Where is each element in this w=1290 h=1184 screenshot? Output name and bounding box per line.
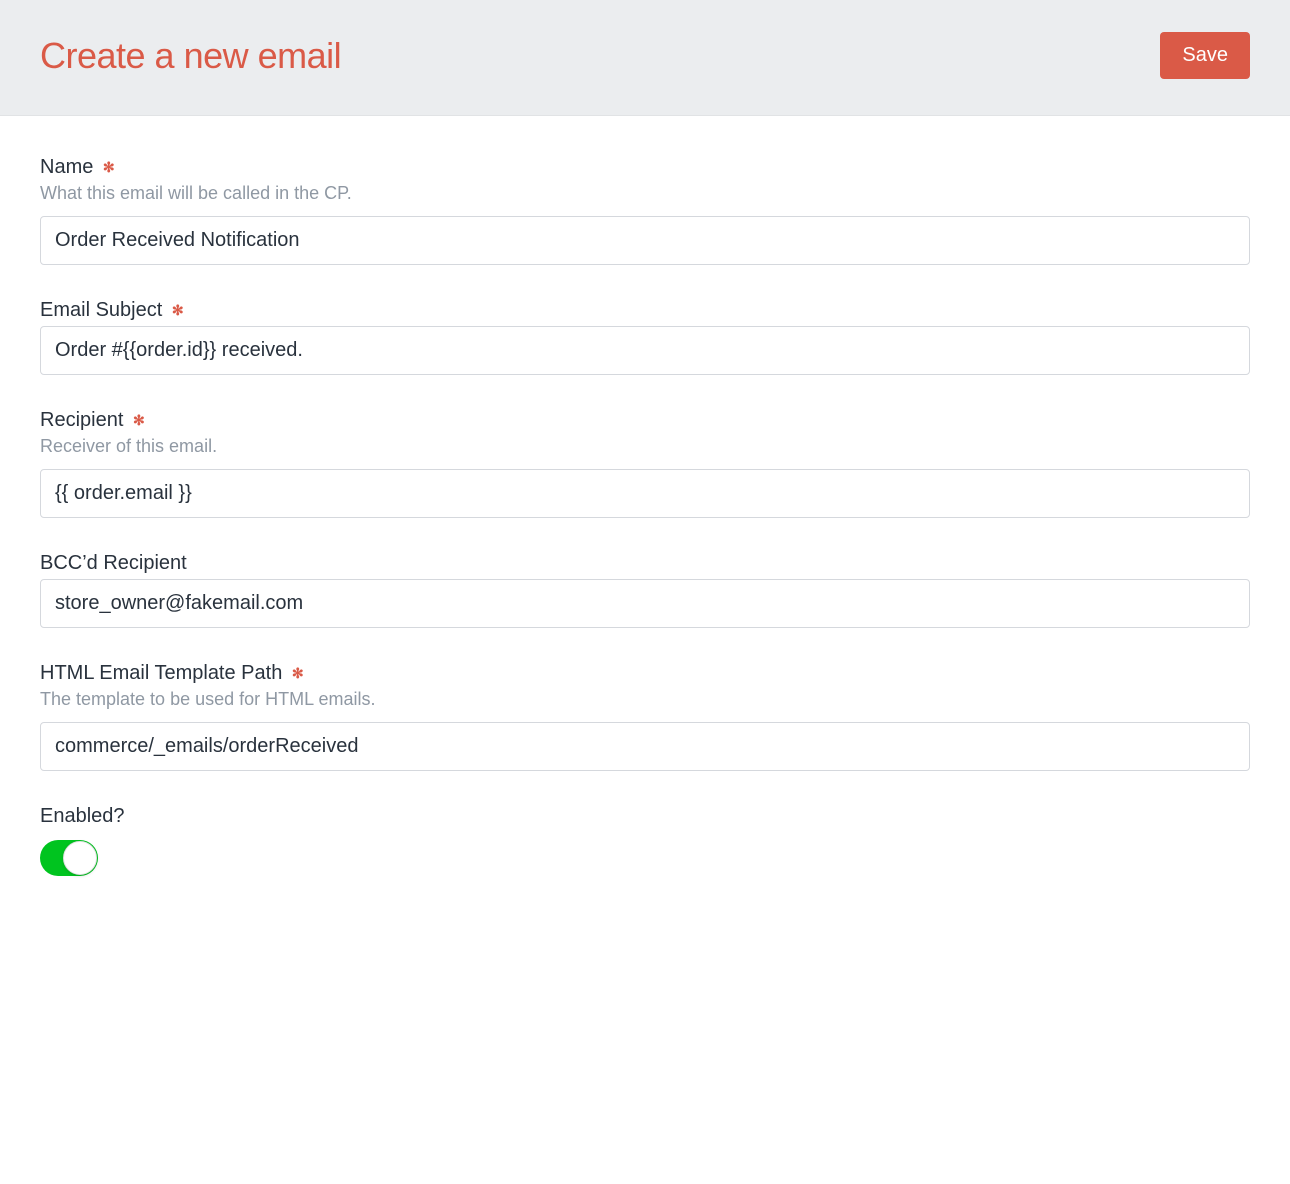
field-name: Name ✻ What this email will be called in… [40,156,1250,265]
enabled-label: Enabled? [40,805,1250,828]
save-button[interactable]: Save [1160,32,1250,79]
label-text: Recipient [40,409,123,431]
required-icon: ✻ [172,302,184,318]
required-icon: ✻ [292,665,304,681]
subject-label: Email Subject ✻ [40,299,1250,322]
field-bcc: BCC’d Recipient [40,552,1250,628]
toggle-knob [63,841,97,875]
required-icon: ✻ [133,412,145,428]
page-title: Create a new email [40,35,341,77]
field-subject: Email Subject ✻ [40,299,1250,375]
recipient-help: Receiver of this email. [40,436,1250,457]
label-text: Name [40,156,93,178]
name-input[interactable] [40,216,1250,265]
bcc-input[interactable] [40,579,1250,628]
recipient-input[interactable] [40,469,1250,518]
recipient-label: Recipient ✻ [40,409,1250,432]
label-text: Email Subject [40,299,162,321]
required-icon: ✻ [103,159,115,175]
enabled-toggle[interactable] [40,840,98,876]
template-input[interactable] [40,722,1250,771]
subject-input[interactable] [40,326,1250,375]
field-template: HTML Email Template Path ✻ The template … [40,662,1250,771]
form-container: Name ✻ What this email will be called in… [0,116,1290,955]
field-enabled: Enabled? [40,805,1250,881]
page-header: Create a new email Save [0,0,1290,116]
name-label: Name ✻ [40,156,1250,179]
bcc-label: BCC’d Recipient [40,552,1250,575]
label-text: HTML Email Template Path [40,662,282,684]
label-text: BCC’d Recipient [40,552,187,574]
template-help: The template to be used for HTML emails. [40,689,1250,710]
template-label: HTML Email Template Path ✻ [40,662,1250,685]
field-recipient: Recipient ✻ Receiver of this email. [40,409,1250,518]
name-help: What this email will be called in the CP… [40,183,1250,204]
